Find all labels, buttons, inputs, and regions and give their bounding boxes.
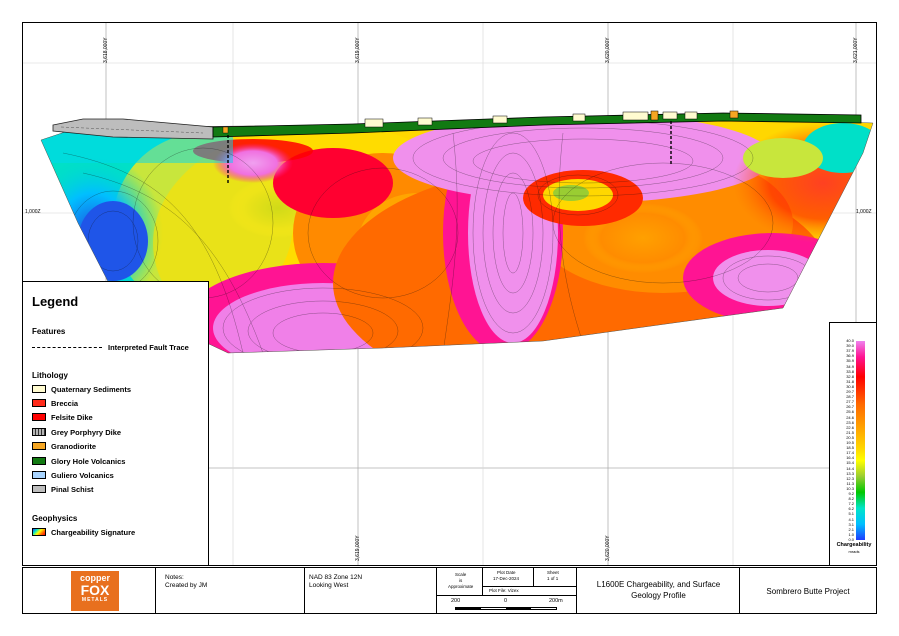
scale-label: Scale <box>455 572 467 577</box>
sheet-value: 1 of 1 <box>547 576 559 581</box>
title-cell: L1600E Chargeability, and Surface Geolog… <box>577 568 740 613</box>
datum-cell: NAD 83 Zone 12N Looking West <box>305 568 437 613</box>
colorbar-tick-label: 24.6 <box>846 414 854 420</box>
sheet-label: Sheet <box>547 570 559 575</box>
datum-text: NAD 83 Zone 12N <box>309 574 363 581</box>
colorbar-units: mrads <box>848 549 860 554</box>
colorbar-tick-label: 4.1 <box>848 516 854 522</box>
colorbar-tick-label: 35.9 <box>846 358 854 364</box>
title-block: copper FOX METALS Notes: Created by JM N… <box>22 567 877 614</box>
scale-tick-right: 200m <box>549 598 563 604</box>
colorbar-tick-label: 25.6 <box>846 409 854 415</box>
view-direction: Looking West <box>309 582 349 589</box>
plot-date: 17-Dec-2024 <box>493 576 520 581</box>
colorbar-tick-label: 34.9 <box>846 363 854 369</box>
legend-title: Legend <box>32 294 79 309</box>
legend-item-chargeability: Chargeability Signature <box>32 527 135 537</box>
dashed-line-icon <box>32 346 102 348</box>
easting-label-3: 3,620,000Y <box>605 37 611 63</box>
easting-bottom-label-2: 3,620,000Y <box>605 535 611 561</box>
legend-panel: Legend Features Interpreted Fault Trace … <box>22 281 209 566</box>
colorbar-tick-label: 15.4 <box>846 460 854 466</box>
dotted-swatch-icon <box>32 385 46 393</box>
grey-swatch-icon <box>32 485 46 493</box>
features-heading: Features <box>32 327 66 336</box>
colorbar-title: Chargeability <box>836 542 872 548</box>
notes-label: Notes: <box>165 574 184 581</box>
legend-item-guliero: Guliero Volcanics <box>32 470 114 480</box>
legend-item-grey-porphyry: Grey Porphyry Dike <box>32 427 121 437</box>
blue-swatch-icon <box>32 471 46 479</box>
project-cell: Sombrero Butte Project <box>740 568 876 613</box>
striped-swatch-icon <box>32 428 46 436</box>
red-swatch-icon <box>32 413 46 421</box>
elevation-label-left: 1,000Z <box>25 209 41 215</box>
legend-item-quaternary: Quaternary Sediments <box>32 384 131 394</box>
legend-item-granodiorite: Granodiorite <box>32 441 96 451</box>
colorbar-tick-label: 14.4 <box>846 465 854 471</box>
legend-fault: Interpreted Fault Trace <box>32 342 189 352</box>
easting-label-4: 3,621,000Y <box>853 37 859 63</box>
red-swatch-icon <box>32 399 46 407</box>
legend-item-breccia: Breccia <box>32 398 78 408</box>
plot-date-label: Plot Date <box>497 570 516 575</box>
orange-swatch-icon <box>32 442 46 450</box>
scale-value: Approximate <box>448 584 474 589</box>
drawing-title-line2: Geology Profile <box>631 591 686 600</box>
easting-bottom-label-1: 3,619,000Y <box>355 535 361 561</box>
scale-tick-left: 200 <box>451 598 461 604</box>
green-swatch-icon <box>32 457 46 465</box>
company-logo: copper FOX METALS <box>71 571 119 611</box>
logo-cell: copper FOX METALS <box>23 568 156 613</box>
chargeability-colorbar: 40.0 39.0 37.9 36.9 35.9 34.9 33.8 32.8 31.8 30.8… <box>829 322 877 566</box>
drawing-title-line1: L1600E Chargeability, and Surface <box>596 580 721 589</box>
easting-label-1: 3,618,000Y <box>103 37 109 63</box>
scale-tick-zero: 0 <box>504 598 508 604</box>
scale-is: is <box>459 578 463 583</box>
notes-value: Created by JM <box>165 582 208 589</box>
lithology-heading: Lithology <box>32 371 68 380</box>
legend-item-felsite: Felsite Dike <box>32 412 93 422</box>
scale-cell: Scale is Approximate Plot Date 17-Dec-20… <box>437 568 577 613</box>
colorbar-tick-label: 33.8 <box>846 368 854 374</box>
geophysics-heading: Geophysics <box>32 514 78 523</box>
project-name: Sombrero Butte Project <box>766 587 850 596</box>
legend-item-pinal-schist: Pinal Schist <box>32 484 94 494</box>
elevation-label-right: 1,000Z <box>856 209 872 215</box>
gradient-swatch-icon <box>32 528 46 536</box>
legend-item-glory-hole: Glory Hole Volcanics <box>32 456 125 466</box>
scale-bar <box>455 607 557 610</box>
colorbar-gradient <box>856 341 865 540</box>
easting-label-2: 3,619,000Y <box>355 37 361 63</box>
colorbar-tick-label: 5.1 <box>848 511 854 517</box>
notes-cell: Notes: Created by JM <box>156 568 305 613</box>
plot-file: Plot File: Vizex <box>489 588 519 593</box>
